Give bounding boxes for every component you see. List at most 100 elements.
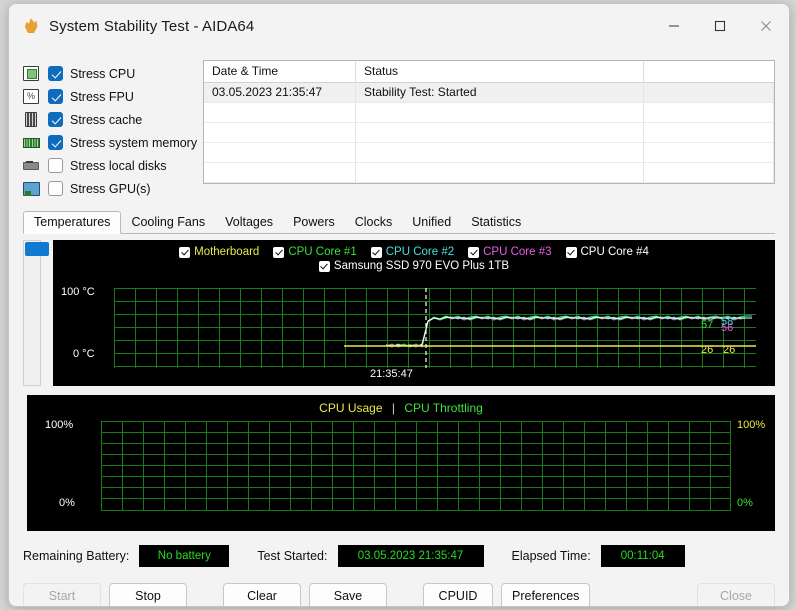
cpu-icon — [23, 65, 41, 82]
minimize-icon[interactable] — [651, 4, 697, 48]
test-started-value: 03.05.2023 21:35:47 — [337, 545, 484, 567]
cpu-usage-chart[interactable]: CPU Usage | CPU Throttling 100% 0% 100% … — [27, 395, 775, 531]
status-strip: Remaining Battery: No battery Test Start… — [23, 545, 775, 567]
legend-item-cpu-core-2[interactable]: CPU Core #2 — [370, 246, 455, 258]
table-row[interactable]: 03.05.2023 21:35:47 Stability Test: Star… — [204, 83, 774, 103]
options-and-log: Stress CPU % Stress FPU Stress cache Str… — [9, 48, 789, 201]
action-buttons: Start Stop Clear Save CPUID Preferences … — [23, 583, 775, 606]
legend-checkbox-cpu-core-4[interactable] — [565, 246, 577, 258]
temperature-legend-row2: Samsung SSD 970 EVO Plus 1TB — [53, 258, 775, 272]
log-table-header: Date & Time Status — [204, 61, 774, 83]
legend-label-cpu-core-1: CPU Core #1 — [288, 246, 357, 258]
cpu-title-separator: | — [391, 401, 395, 415]
fpu-icon: % — [23, 88, 41, 105]
cell-empty — [644, 103, 774, 123]
graph-scrollbar[interactable] — [23, 240, 49, 386]
cell-status: Stability Test: Started — [356, 83, 644, 103]
cell-empty — [356, 143, 644, 163]
tab-powers[interactable]: Powers — [283, 212, 345, 233]
stress-cache-checkbox[interactable] — [48, 112, 63, 127]
legend-item-ssd[interactable]: Samsung SSD 970 EVO Plus 1TB — [318, 260, 510, 272]
cache-icon — [23, 111, 41, 128]
battery-label: Remaining Battery: — [23, 549, 130, 563]
temp-value-core1: 57 — [701, 319, 714, 331]
cell-empty — [644, 123, 774, 143]
temp-value-core3: 56 — [721, 322, 734, 334]
memory-icon — [23, 135, 41, 151]
stress-disks-label: Stress local disks — [70, 158, 167, 173]
disk-icon — [23, 158, 41, 174]
column-header-status[interactable]: Status — [356, 61, 644, 83]
stress-gpu-checkbox[interactable] — [48, 181, 63, 196]
legend-label-cpu-core-3: CPU Core #3 — [483, 246, 552, 258]
temperature-chart[interactable]: Motherboard CPU Core #1 CPU Core #2 CPU … — [53, 240, 775, 386]
legend-checkbox-cpu-core-2[interactable] — [370, 246, 382, 258]
cpu-chart-title: CPU Usage | CPU Throttling — [27, 401, 775, 415]
legend-checkbox-motherboard[interactable] — [179, 246, 191, 258]
stress-gpu-label: Stress GPU(s) — [70, 181, 151, 196]
cell-empty — [644, 163, 774, 183]
legend-checkbox-cpu-core-3[interactable] — [468, 246, 480, 258]
cell-spacer — [644, 83, 774, 103]
column-header-datetime[interactable]: Date & Time — [204, 61, 356, 83]
legend-checkbox-cpu-core-1[interactable] — [273, 246, 285, 258]
tab-statistics[interactable]: Statistics — [461, 212, 531, 233]
stress-fpu-label: Stress FPU — [70, 89, 134, 104]
cell-empty — [204, 123, 356, 143]
stability-test-window: System Stability Test - AIDA64 Stress CP… — [8, 3, 790, 607]
temp-axis-label-top: 100 °C — [61, 286, 95, 298]
tab-clocks[interactable]: Clocks — [345, 212, 403, 233]
elapsed-time-value: 00:11:04 — [600, 545, 685, 567]
legend-item-cpu-core-4[interactable]: CPU Core #4 — [565, 246, 649, 258]
test-started-label: Test Started: — [257, 549, 328, 563]
stress-cpu-checkbox[interactable] — [48, 66, 63, 81]
legend-item-cpu-core-1[interactable]: CPU Core #1 — [273, 246, 357, 258]
legend-label-motherboard: Motherboard — [194, 246, 260, 258]
stress-option-cache[interactable]: Stress cache — [23, 109, 195, 130]
stress-option-cpu[interactable]: Stress CPU — [23, 63, 195, 84]
tab-temperatures[interactable]: Temperatures — [23, 211, 122, 234]
table-row-empty — [204, 103, 774, 123]
clear-button[interactable]: Clear — [223, 583, 301, 606]
battery-value: No battery — [139, 545, 230, 567]
legend-item-cpu-core-3[interactable]: CPU Core #3 — [468, 246, 552, 258]
preferences-button[interactable]: Preferences — [501, 583, 591, 606]
cpu-throttling-legend-label: CPU Throttling — [404, 401, 483, 415]
temp-time-marker-label: 21:35:47 — [370, 368, 413, 380]
stress-option-memory[interactable]: Stress system memory — [23, 132, 198, 153]
temp-axis-label-bottom: 0 °C — [73, 348, 95, 360]
legend-label-cpu-core-4: CPU Core #4 — [580, 246, 649, 258]
gpu-icon — [23, 181, 41, 197]
legend-label-cpu-core-2: CPU Core #2 — [385, 246, 455, 258]
cell-empty — [356, 163, 644, 183]
stress-option-fpu[interactable]: % Stress FPU — [23, 86, 195, 107]
cpu-axis-label-bottom-left: 0% — [59, 497, 75, 509]
stop-button[interactable]: Stop — [109, 583, 187, 606]
close-button[interactable]: Close — [697, 583, 775, 606]
graph-scrollbar-thumb[interactable] — [25, 242, 49, 256]
column-header-spacer — [644, 61, 774, 83]
close-icon[interactable] — [743, 4, 789, 48]
stress-disks-checkbox[interactable] — [48, 158, 63, 173]
stress-option-gpu[interactable]: Stress GPU(s) — [23, 178, 195, 199]
flame-icon — [23, 18, 39, 34]
tab-cooling-fans[interactable]: Cooling Fans — [121, 212, 215, 233]
cell-datetime: 03.05.2023 21:35:47 — [204, 83, 356, 103]
stress-memory-checkbox[interactable] — [48, 135, 63, 150]
cpuid-button[interactable]: CPUID — [423, 583, 493, 606]
start-button[interactable]: Start — [23, 583, 101, 606]
stress-memory-label: Stress system memory — [70, 135, 198, 150]
stress-option-disks[interactable]: Stress local disks — [23, 155, 195, 176]
temperature-legend: Motherboard CPU Core #1 CPU Core #2 CPU … — [53, 240, 775, 258]
tab-voltages[interactable]: Voltages — [215, 212, 283, 233]
tab-unified[interactable]: Unified — [402, 212, 461, 233]
save-button[interactable]: Save — [309, 583, 387, 606]
log-table[interactable]: Date & Time Status 03.05.2023 21:35:47 S… — [203, 60, 775, 184]
stress-cpu-label: Stress CPU — [70, 66, 136, 81]
cpu-axis-label-top-right: 100% — [737, 419, 766, 431]
legend-label-ssd: Samsung SSD 970 EVO Plus 1TB — [333, 260, 510, 272]
maximize-icon[interactable] — [697, 4, 743, 48]
legend-item-motherboard[interactable]: Motherboard — [179, 246, 259, 258]
stress-fpu-checkbox[interactable] — [48, 89, 63, 104]
legend-checkbox-ssd[interactable] — [318, 260, 330, 272]
